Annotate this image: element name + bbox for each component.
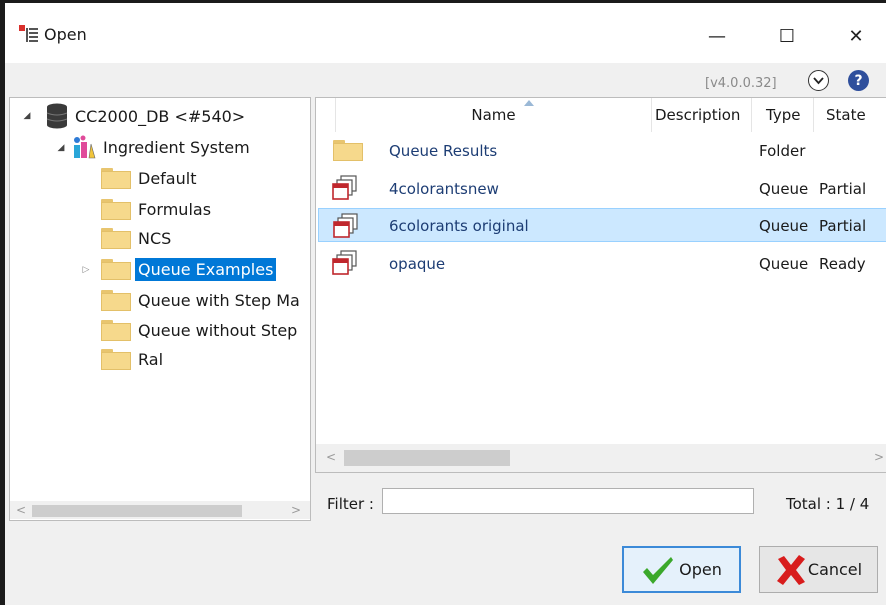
tree-folder-label: Queue with Step Ma [138,290,300,310]
column-header-type[interactable]: Type [752,98,814,132]
tree-folder-queue-with-step[interactable]: Queue with Step Ma [101,286,303,314]
column-state-label: State [826,106,866,124]
row-type: Queue [759,217,809,235]
queue-icon [332,250,357,275]
row-state: Partial [819,180,867,198]
tree-folder-label: Default [138,168,197,188]
cancel-button[interactable]: Cancel [759,546,878,593]
filter-input[interactable] [382,488,754,514]
database-icon [46,103,68,129]
open-button[interactable]: Open [622,546,741,593]
tree-folder-ral[interactable]: Ral [101,345,166,373]
folder-icon [101,198,131,220]
row-type: Queue [759,180,809,198]
minimize-button[interactable]: — [695,14,739,58]
folder-icon [101,167,131,189]
column-name-label: Name [471,106,516,124]
tree-folder-queue-without-step[interactable]: Queue without Step [101,316,300,344]
row-name: 4colorantsnew [389,180,499,198]
folder-icon [101,227,131,249]
tree-folder-default[interactable]: Default [101,164,199,192]
list-row[interactable]: 4colorantsnew Queue Partial [318,171,886,205]
help-button[interactable]: ? [848,70,869,91]
folder-icon [101,289,131,311]
list-row[interactable]: opaque Queue Ready [318,246,886,280]
title-bar [5,3,886,63]
open-app-icon [19,25,38,42]
column-type-label: Type [766,106,801,124]
row-type: Folder [759,142,806,160]
tree-collapse-arrow[interactable]: ▷ [81,265,91,275]
close-button[interactable]: ✕ [834,14,878,58]
tree-folder-label: Queue without Step [138,320,298,340]
tree-root[interactable]: CC2000_DB <#540> [46,102,248,130]
list-row-selected[interactable]: 6colorants original Queue Partial [318,208,886,242]
folder-icon [101,258,131,280]
list-horizontal-scrollbar[interactable]: < > [316,444,886,472]
tree-system-label: Ingredient System [103,137,250,157]
minimize-icon: — [708,25,726,47]
column-header-description[interactable]: Description [652,98,752,132]
scroll-right-icon[interactable]: > [291,503,301,517]
tree-system[interactable]: Ingredient System [71,133,253,161]
folder-icon [101,319,131,341]
close-icon: ✕ [848,25,864,47]
tree-folder-queue-examples[interactable]: Queue Examples [101,255,277,283]
help-icon: ? [854,72,863,89]
tree-folder-label: NCS [138,228,172,248]
total-count: Total : 1 / 4 [786,495,870,513]
cancel-button-label: Cancel [807,560,863,579]
row-name: opaque [389,255,446,273]
scrollbar-thumb[interactable] [32,505,242,517]
maximize-button[interactable]: ☐ [765,14,809,58]
folder-icon [101,348,131,370]
list-row[interactable]: Queue Results Folder [318,133,886,167]
column-header-icon [316,98,336,132]
chevron-down-icon [813,76,824,84]
tree-folder-formulas[interactable]: Formulas [101,195,214,223]
scroll-left-icon[interactable]: < [16,503,26,517]
tree-folder-label: Formulas [138,199,212,219]
column-header-state[interactable]: State [814,98,886,132]
queue-icon [332,175,357,200]
tree-root-label: CC2000_DB <#540> [75,106,246,126]
cancel-x-icon [776,554,805,585]
queue-icon [333,213,358,238]
checkmark-icon [643,556,674,584]
tree-folder-label: Queue Examples [135,257,277,281]
tree-folder-label: Ral [138,349,164,369]
options-dropdown-button[interactable] [808,70,829,91]
version-label: [v4.0.0.32] [705,76,777,91]
sort-ascending-icon [524,100,534,106]
tree-folder-ncs[interactable]: NCS [101,224,174,252]
folder-icon [333,139,363,161]
filter-label: Filter : [327,495,374,513]
tree-expand-arrow[interactable]: ◢ [56,143,66,153]
maximize-icon: ☐ [778,25,796,47]
folder-tree[interactable]: ◢ CC2000_DB <#540> ◢ Ingredient System D… [9,97,311,521]
open-button-label: Open [679,560,722,579]
tree-horizontal-scrollbar[interactable]: < > [10,501,310,519]
item-list[interactable]: Name Description Type State Queue Result… [315,97,886,473]
row-state: Partial [819,217,867,235]
row-name: Queue Results [389,142,498,160]
scroll-right-icon[interactable]: > [874,450,884,464]
row-type: Queue [759,255,809,273]
scroll-left-icon[interactable]: < [326,450,336,464]
column-header-name[interactable]: Name [336,98,652,132]
row-name: 6colorants original [389,217,529,235]
ingredient-system-icon [74,135,96,159]
row-state: Ready [819,255,866,273]
window-title: Open [44,25,87,44]
scrollbar-thumb[interactable] [344,450,510,466]
tree-expand-arrow[interactable]: ◢ [22,111,32,121]
column-description-label: Description [655,106,741,124]
